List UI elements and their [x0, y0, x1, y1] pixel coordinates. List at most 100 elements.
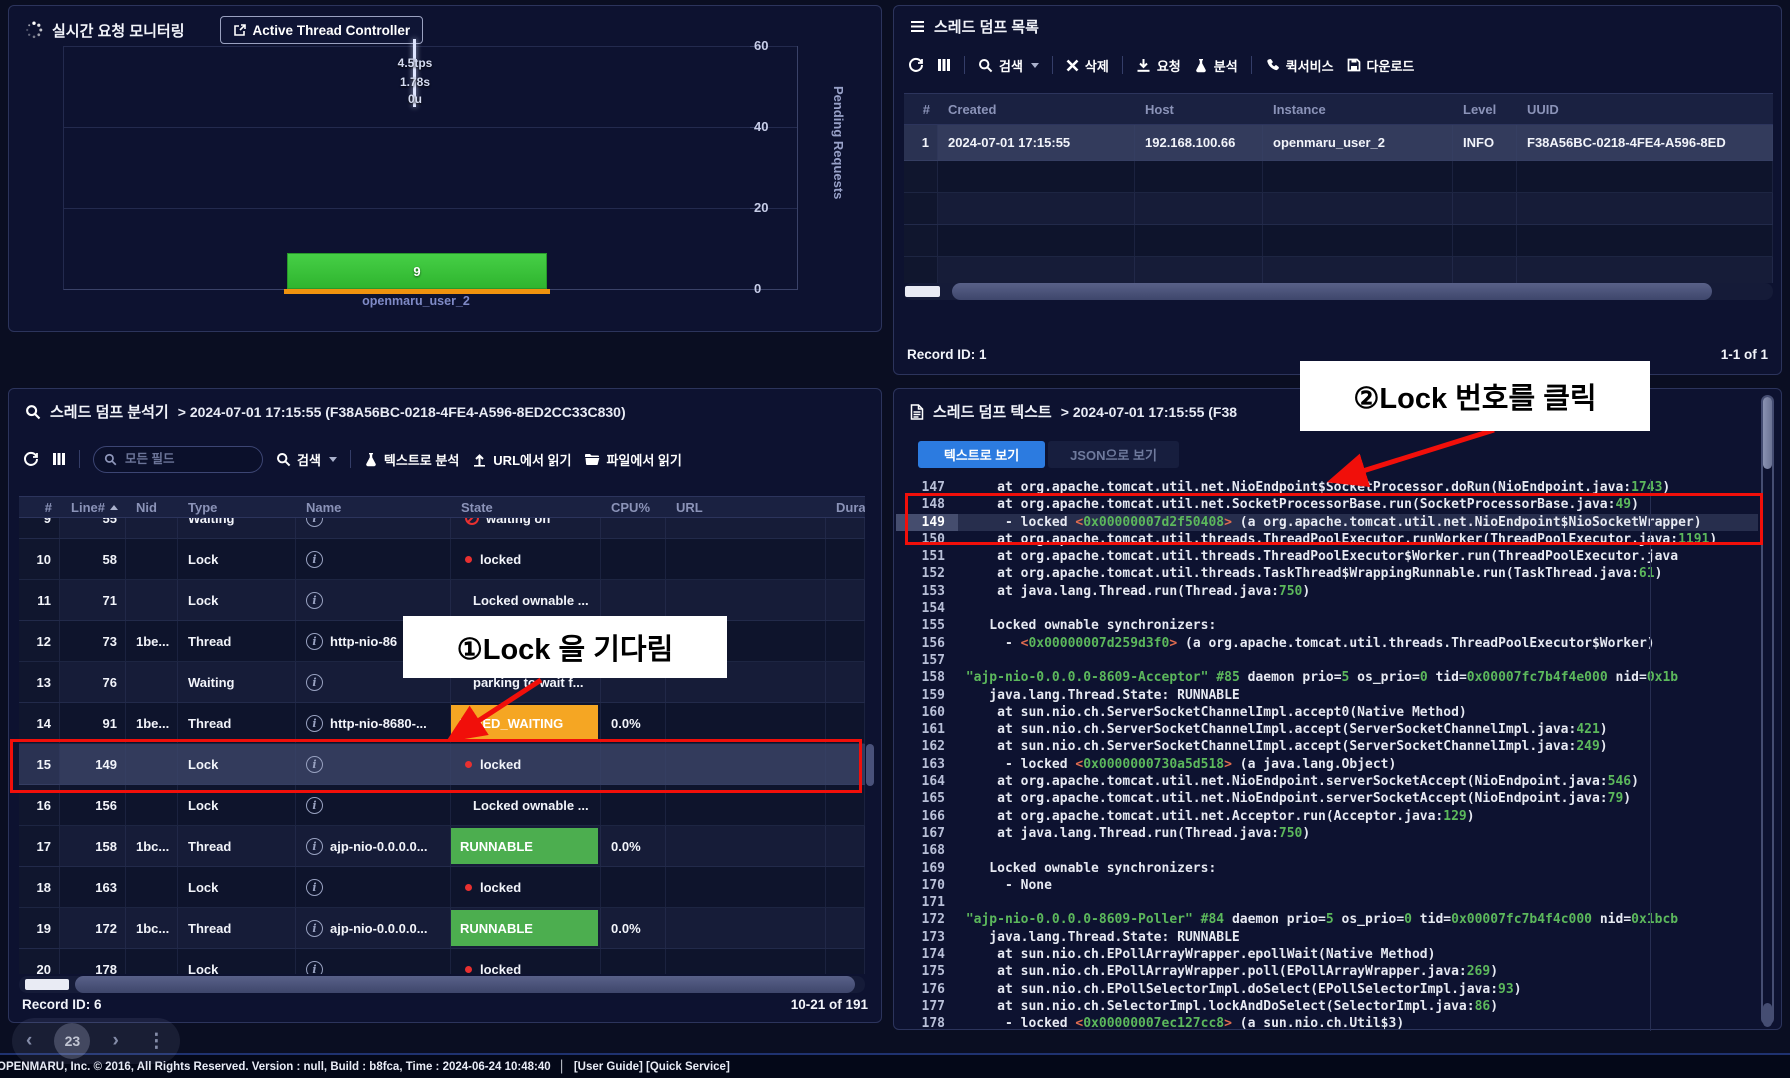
dump-list-col-Created[interactable]: Created: [938, 94, 1135, 124]
line-number-172[interactable]: 172: [896, 911, 958, 928]
line-number-164[interactable]: 164: [896, 773, 958, 790]
code-text[interactable]: "ajp-nio-0.0.0.0-8609-Poller" #84 daemon…: [958, 912, 1678, 927]
analyzer-col-Durati[interactable]: Durati...: [826, 497, 865, 517]
analyzer-row-10[interactable]: 1058Lockilocked: [19, 539, 865, 580]
dump-text-vscroll-thumb[interactable]: [1763, 397, 1772, 469]
quick-service-button[interactable]: 퀵서비스: [1265, 56, 1334, 75]
line-number-176[interactable]: 176: [896, 981, 958, 998]
info-icon[interactable]: i: [306, 961, 323, 975]
analyzer-col-Nid[interactable]: Nid: [126, 497, 178, 517]
analyzer-row-19[interactable]: 191721bc...Threadiajp-nio-0.0.0.0...RUNN…: [19, 908, 865, 949]
line-number-149[interactable]: 149: [896, 514, 958, 531]
info-icon[interactable]: i: [306, 674, 323, 691]
code-text[interactable]: java.lang.Thread.State: RUNNABLE: [958, 930, 1240, 945]
code-text[interactable]: at org.apache.tomcat.util.net.SocketProc…: [958, 497, 1639, 512]
analyze-button[interactable]: 분석: [1194, 56, 1238, 75]
analyzer-row-17[interactable]: 171581bc...Threadiajp-nio-0.0.0.0...RUNN…: [19, 826, 865, 867]
code-text[interactable]: at org.apache.tomcat.util.threads.Thread…: [958, 549, 1678, 564]
line-number-156[interactable]: 156: [896, 635, 958, 652]
active-thread-controller-button[interactable]: Active Thread Controller: [220, 16, 424, 44]
info-icon[interactable]: i: [306, 715, 323, 732]
line-number-159[interactable]: 159: [896, 687, 958, 704]
page-number[interactable]: 23: [54, 1023, 90, 1059]
analyzer-row-20[interactable]: 20178Lockilocked: [19, 949, 865, 974]
line-number-152[interactable]: 152: [896, 565, 958, 582]
dump-list-col-#[interactable]: #: [904, 94, 938, 124]
line-number-168[interactable]: 168: [896, 842, 958, 859]
analyzer-col-#[interactable]: #: [19, 497, 60, 517]
code-text[interactable]: at java.lang.Thread.run(Thread.java:750): [958, 826, 1310, 841]
page-more-button[interactable]: ⋮: [141, 1029, 172, 1054]
request-button[interactable]: 요청: [1136, 56, 1181, 75]
dump-list-col-Instance[interactable]: Instance: [1263, 94, 1453, 124]
code-text[interactable]: at org.apache.tomcat.util.net.NioEndpoin…: [958, 480, 1670, 495]
tab-view-as-text[interactable]: 텍스트로 보기: [918, 441, 1045, 468]
code-text[interactable]: Locked ownable synchronizers:: [958, 618, 1216, 633]
analyzer-col-CPU%[interactable]: CPU%: [601, 497, 666, 517]
code-text[interactable]: java.lang.Thread.State: RUNNABLE: [958, 688, 1240, 703]
info-icon[interactable]: i: [306, 797, 323, 814]
field-filter-input[interactable]: [123, 451, 252, 467]
refresh-button[interactable]: [23, 451, 39, 467]
columns-button[interactable]: [52, 452, 66, 466]
line-number-150[interactable]: 150: [896, 531, 958, 548]
code-text[interactable]: at sun.nio.ch.ServerSocketChannelImpl.ac…: [958, 722, 1608, 737]
line-number-171[interactable]: 171: [896, 894, 958, 911]
info-icon[interactable]: i: [306, 920, 323, 937]
analyzer-vscrollbar[interactable]: [866, 744, 874, 786]
code-text[interactable]: at org.apache.tomcat.util.net.NioEndpoin…: [958, 791, 1631, 806]
page-next-button[interactable]: ›: [107, 1029, 125, 1053]
line-number-163[interactable]: 163: [896, 756, 958, 773]
code-text[interactable]: - <0x00000007d259d3f0> (a org.apache.tom…: [958, 636, 1655, 651]
analyzer-row-11[interactable]: 1171LockiLocked ownable ...: [19, 580, 865, 621]
line-number-157[interactable]: 157: [896, 652, 958, 669]
download-button[interactable]: 다운로드: [1347, 56, 1415, 75]
dump-list-col-Level[interactable]: Level: [1453, 94, 1517, 124]
info-icon[interactable]: i: [306, 551, 323, 568]
line-number-166[interactable]: 166: [896, 808, 958, 825]
code-text[interactable]: Locked ownable synchronizers:: [958, 861, 1216, 876]
code-text[interactable]: at sun.nio.ch.EPollArrayWrapper.epollWai…: [958, 947, 1435, 962]
line-number-153[interactable]: 153: [896, 583, 958, 600]
code-text[interactable]: at sun.nio.ch.EPollArrayWrapper.poll(EPo…: [958, 964, 1498, 979]
dump-list-col-UUID[interactable]: UUID: [1517, 94, 1773, 124]
info-icon[interactable]: i: [306, 838, 323, 855]
info-icon[interactable]: i: [306, 518, 323, 527]
line-number-174[interactable]: 174: [896, 946, 958, 963]
page-prev-button[interactable]: ‹: [20, 1029, 38, 1053]
dump-list-col-Host[interactable]: Host: [1135, 94, 1263, 124]
analyzer-row-16[interactable]: 16156LockiLocked ownable ...: [19, 785, 865, 826]
line-number-173[interactable]: 173: [896, 929, 958, 946]
code-text[interactable]: at org.apache.tomcat.util.net.Acceptor.r…: [958, 809, 1475, 824]
analyze-text-button[interactable]: 텍스트로 분석: [364, 450, 459, 469]
chart-bar-openmaru-user-2[interactable]: 9: [287, 253, 547, 289]
line-number-177[interactable]: 177: [896, 998, 958, 1015]
line-number-170[interactable]: 170: [896, 877, 958, 894]
code-text[interactable]: at sun.nio.ch.EPollSelectorImpl.doSelect…: [958, 982, 1522, 997]
info-icon[interactable]: i: [306, 756, 323, 773]
analyzer-row-9[interactable]: 955Waitingiwaiting on: [19, 518, 865, 539]
info-icon[interactable]: i: [306, 633, 323, 650]
columns-button[interactable]: [937, 58, 951, 72]
line-number-154[interactable]: 154: [896, 600, 958, 617]
search-button[interactable]: 검색: [276, 450, 337, 469]
read-from-file-button[interactable]: 파일에서 읽기: [584, 450, 681, 469]
read-from-url-button[interactable]: URL에서 읽기: [472, 450, 571, 469]
line-number-169[interactable]: 169: [896, 860, 958, 877]
analyzer-row-14[interactable]: 14911be...Threadihttp-nio-8680-...TIMED_…: [19, 703, 865, 744]
info-icon[interactable]: i: [306, 879, 323, 896]
dump-list-hscrollbar[interactable]: [904, 283, 1773, 300]
code-text[interactable]: - None: [958, 878, 1052, 893]
line-number-155[interactable]: 155: [896, 617, 958, 634]
tab-view-as-json[interactable]: JSON으로 보기: [1048, 441, 1179, 468]
line-number-175[interactable]: 175: [896, 963, 958, 980]
code-text[interactable]: "ajp-nio-0.0.0.0-8609-Acceptor" #85 daem…: [958, 670, 1678, 685]
dump-text-vscrollbar[interactable]: [1761, 395, 1774, 1025]
line-number-160[interactable]: 160: [896, 704, 958, 721]
line-number-151[interactable]: 151: [896, 548, 958, 565]
analyzer-row-18[interactable]: 18163Lockilocked: [19, 867, 865, 908]
code-text[interactable]: at sun.nio.ch.ServerSocketChannelImpl.ac…: [958, 739, 1608, 754]
line-number-165[interactable]: 165: [896, 790, 958, 807]
analyzer-col-Line#[interactable]: Line#: [60, 497, 126, 517]
line-number-158[interactable]: 158: [896, 669, 958, 686]
